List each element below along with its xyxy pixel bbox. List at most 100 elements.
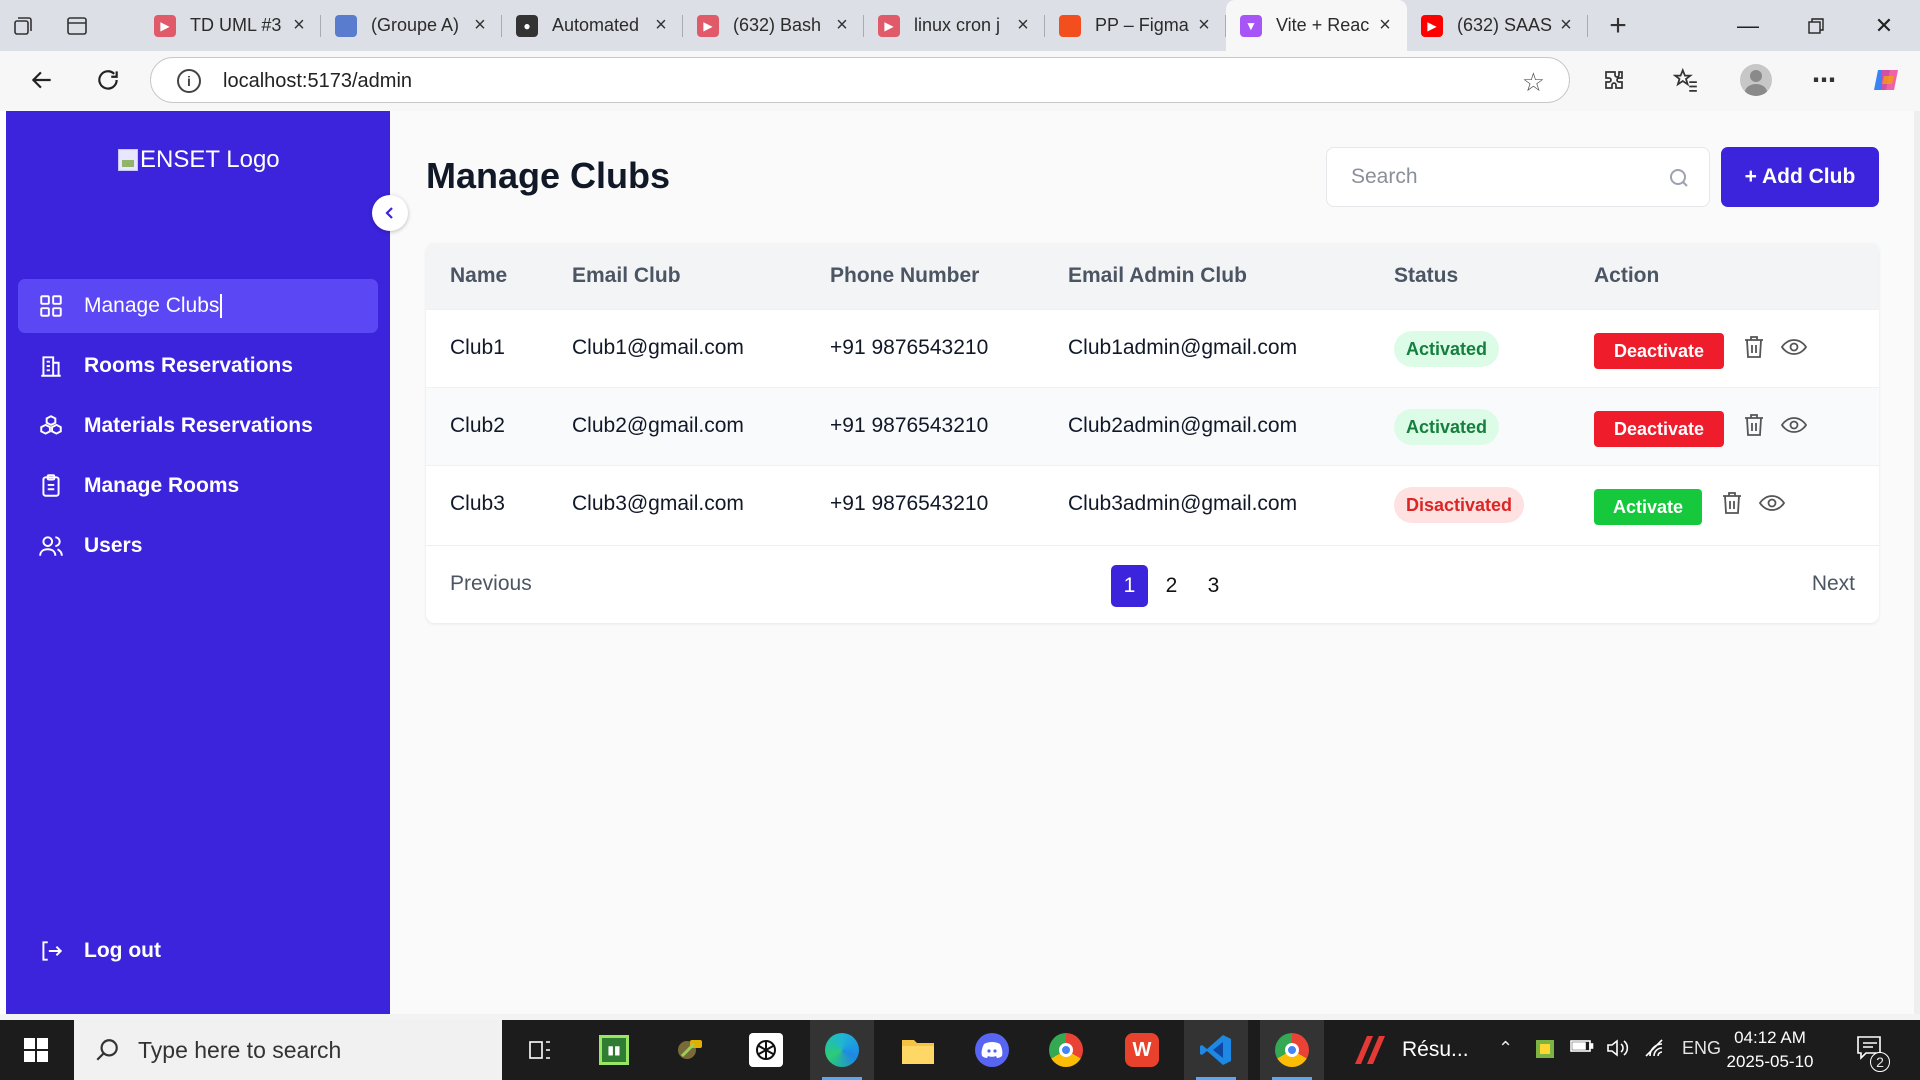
close-window-button[interactable]: ✕ (1850, 0, 1918, 51)
browser-tab[interactable]: ▶ (632) SAAS × (1407, 0, 1588, 51)
close-tab-icon[interactable]: × (470, 14, 490, 37)
collapse-sidebar-button[interactable] (372, 195, 408, 231)
more-options-icon[interactable]: ⋯ (1804, 60, 1844, 100)
text-cursor (220, 294, 223, 318)
next-page-button[interactable]: Next (1812, 572, 1855, 596)
tray-app-icon[interactable] (1534, 1038, 1556, 1065)
cell-name: Club1 (450, 336, 505, 359)
sidebar-item-users[interactable]: Users (18, 519, 378, 573)
profile-avatar[interactable] (1736, 60, 1776, 100)
trash-icon[interactable] (1741, 334, 1767, 360)
new-tab-button[interactable]: + (1588, 0, 1648, 51)
eye-icon[interactable] (1781, 412, 1807, 438)
search-icon[interactable] (1667, 166, 1691, 195)
eye-icon[interactable] (1759, 490, 1785, 516)
close-tab-icon[interactable]: × (1194, 14, 1214, 37)
close-tab-icon[interactable]: × (832, 14, 852, 37)
page-1-button[interactable]: 1 (1111, 565, 1148, 607)
chrome-app-icon[interactable] (1034, 1020, 1098, 1080)
browser-tab[interactable]: ● Automated × (502, 0, 683, 51)
file-explorer-icon[interactable] (886, 1020, 950, 1080)
minimize-button[interactable]: — (1714, 0, 1782, 51)
tab-actions-icon[interactable] (54, 0, 100, 51)
favorites-icon[interactable] (1666, 60, 1706, 100)
logout-button[interactable]: Log out (18, 924, 378, 978)
maximize-button[interactable] (1782, 0, 1850, 51)
edge-app-icon[interactable] (810, 1020, 874, 1080)
close-tab-icon[interactable]: × (651, 14, 671, 37)
refresh-icon[interactable] (88, 60, 128, 100)
show-hidden-icons-icon[interactable]: ⌃ (1498, 1038, 1513, 1059)
trash-icon[interactable] (1741, 412, 1767, 438)
cell-name: Club2 (450, 414, 505, 437)
page-3-button[interactable]: 3 (1195, 565, 1232, 607)
windows-start-icon[interactable] (0, 1020, 72, 1080)
activate-button[interactable]: Activate (1594, 489, 1702, 525)
info-icon[interactable]: i (177, 69, 201, 93)
browser-tab-title: linux cron j (914, 15, 1001, 35)
browser-tab[interactable]: ▶ TD UML #3 × (140, 0, 321, 51)
search-input[interactable] (1327, 148, 1709, 206)
address-bar: i localhost:5173/admin ☆ ⋯ (0, 51, 1920, 111)
close-tab-icon[interactable]: × (1556, 14, 1576, 37)
volume-icon[interactable] (1606, 1038, 1630, 1063)
favorite-star-icon[interactable]: ☆ (1522, 67, 1545, 98)
eye-icon[interactable] (1781, 334, 1807, 360)
clock-time: 04:12 AM (1734, 1028, 1806, 1047)
deactivate-button[interactable]: Deactivate (1594, 333, 1724, 369)
clock[interactable]: 04:12 AM 2025-05-10 (1720, 1026, 1820, 1074)
figma-icon (1059, 14, 1081, 37)
language-indicator[interactable]: ENG (1682, 1038, 1721, 1059)
chrome-profile-app-icon[interactable] (1260, 1020, 1324, 1080)
tools-app-icon[interactable] (658, 1020, 722, 1080)
taskbar-app-label[interactable]: Résu... (1402, 1038, 1469, 1062)
deactivate-button[interactable]: Deactivate (1594, 411, 1724, 447)
sidebar-item-rooms-reservations[interactable]: Rooms Reservations (18, 339, 378, 393)
taskbar-search[interactable]: Type here to search (74, 1020, 502, 1080)
sidebar-item-materials-reservations[interactable]: Materials Reservations (18, 399, 378, 453)
vscode-app-icon[interactable] (1184, 1020, 1248, 1080)
page-2-button[interactable]: 2 (1153, 565, 1190, 607)
workspaces-icon[interactable] (0, 0, 46, 51)
sidebar-item-manage-rooms[interactable]: Manage Rooms (18, 459, 378, 513)
close-tab-icon[interactable]: × (1013, 14, 1033, 37)
extensions-icon[interactable] (1594, 60, 1634, 100)
status-badge: Activated (1394, 409, 1500, 445)
task-view-icon[interactable] (508, 1020, 572, 1080)
add-club-button[interactable]: + Add Club (1721, 147, 1879, 207)
sidebar-item-manage-clubs[interactable]: Manage Clubs (18, 279, 378, 333)
trash-icon[interactable] (1719, 490, 1745, 516)
browser-tab[interactable]: ▶ linux cron j × (864, 0, 1045, 51)
pagination: Previous 1 2 3 Next (426, 545, 1879, 623)
notification-count-badge: 2 (1870, 1052, 1890, 1072)
sidebar-item-label: Manage Clubs (84, 294, 220, 317)
previous-page-button[interactable]: Previous (450, 572, 532, 596)
chatgpt-app-icon[interactable] (734, 1020, 798, 1080)
browser-tab[interactable]: (Groupe A) × (321, 0, 502, 51)
logout-icon (36, 936, 66, 966)
column-header-action: Action (1594, 264, 1660, 287)
url-field[interactable]: i localhost:5173/admin ☆ (150, 57, 1570, 103)
discord-app-icon[interactable] (960, 1020, 1024, 1080)
battery-icon[interactable] (1570, 1038, 1594, 1059)
youtube-icon: ▶ (154, 14, 176, 37)
table-row: Club1 Club1@gmail.com +91 9876543210 Clu… (426, 309, 1879, 387)
close-tab-icon[interactable]: × (1375, 14, 1395, 37)
back-icon[interactable] (22, 60, 62, 100)
column-header-phone: Phone Number (830, 264, 980, 287)
sidebar-menu: Manage Clubs Rooms Reservations Material… (18, 279, 378, 579)
browser-tab[interactable]: PP – Figma × (1045, 0, 1226, 51)
sidebar-item-label: Rooms Reservations (84, 354, 293, 377)
copilot-icon[interactable] (1866, 60, 1906, 100)
cell-admin-email: Club1admin@gmail.com (1068, 336, 1298, 359)
wps-office-icon[interactable]: W (1110, 1020, 1174, 1080)
status-badge: Disactivated (1394, 487, 1525, 523)
browser-tab[interactable]: ▶ (632) Bash × (683, 0, 864, 51)
resume-app-icon[interactable] (1338, 1020, 1402, 1080)
browser-tab-title: (632) SAAS (1457, 15, 1553, 35)
browser-tab[interactable]: ▼ Vite + Reac × (1226, 0, 1407, 51)
clubs-table: Name Email Club Phone Number Email Admin… (426, 243, 1879, 623)
terminal-app-icon[interactable]: ▮▮ (582, 1020, 646, 1080)
wifi-icon[interactable] (1644, 1038, 1668, 1063)
close-tab-icon[interactable]: × (289, 14, 309, 37)
